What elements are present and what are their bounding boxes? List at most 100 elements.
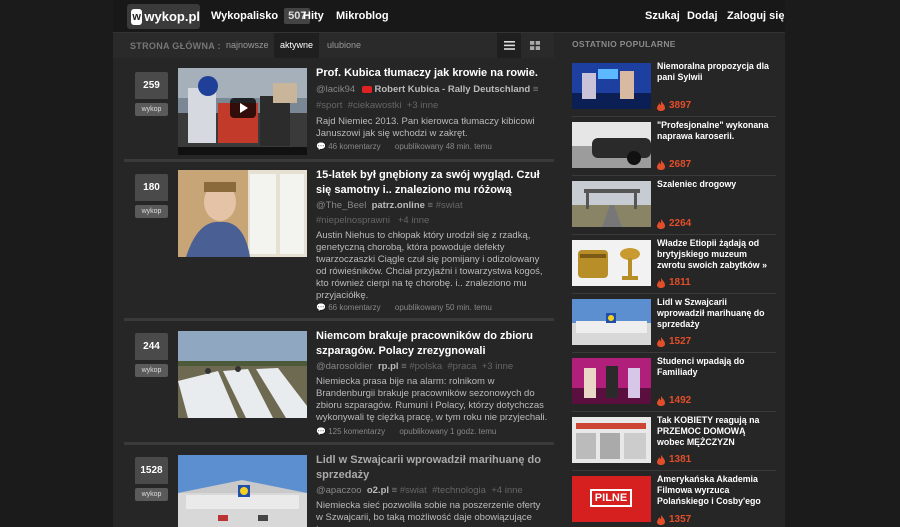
tag[interactable]: #ciekawostki [348, 100, 402, 111]
popular-thumbnail[interactable] [572, 63, 651, 109]
entry-author[interactable]: @darosoldier [316, 361, 373, 372]
popular-thumbnail[interactable] [572, 122, 651, 168]
entry-author[interactable]: @lacik94 [316, 84, 355, 95]
entry-author[interactable]: @apaczoo [316, 485, 362, 496]
flame-icon [657, 514, 665, 525]
popular-count-value: 1492 [669, 395, 692, 406]
popular-title[interactable]: Władze Etiopii żądają od brytyjskiego mu… [657, 238, 775, 271]
popular-thumbnail[interactable]: PILNE [572, 476, 651, 522]
tag[interactable]: #polska [409, 361, 442, 372]
grid-view-button[interactable] [523, 33, 547, 58]
popular-item[interactable]: Niemoralna propozycja dla pani Sylwii 38… [572, 59, 776, 117]
tag[interactable]: #technologia [432, 485, 486, 496]
logo[interactable]: w wykop.pl [127, 4, 200, 29]
entry-title[interactable]: 15-latek był gnębiony za swój wygląd. Cz… [316, 168, 548, 198]
entry-author[interactable]: @The_Beel [316, 200, 366, 211]
entry-description: Niemiecka sieć pozwoliła sobie na poszer… [316, 500, 541, 527]
search-link[interactable]: Szukaj [645, 10, 680, 22]
add-link[interactable]: Dodaj [687, 10, 718, 22]
tag[interactable]: #swiat [436, 200, 463, 211]
sort-tabs-bar: STRONA GŁÓWNA : najnowsze aktywne ulubio… [113, 33, 554, 58]
popular-count: 1357 [657, 514, 691, 525]
tag[interactable]: #sport [316, 100, 342, 111]
tag[interactable]: #niepelnosprawni [316, 215, 390, 226]
popular-count-value: 2264 [669, 218, 692, 229]
entry-title[interactable]: Niemcom brakuje pracowników do zbioru sz… [316, 329, 548, 359]
link-entry: 180 wykop 15-latek był gnębiony za swój … [124, 162, 554, 321]
popular-thumbnail[interactable] [572, 181, 651, 227]
popular-item[interactable]: PILNE Amerykańska Akademia Filmowa wyrzu… [572, 472, 776, 527]
tab-najnowsze[interactable]: najnowsze [220, 33, 275, 58]
list-view-button[interactable] [497, 33, 521, 58]
published-time: opublikowany 48 min. temu [394, 142, 492, 151]
entry-source[interactable]: Robert Kubica - Rally Deutschland [375, 84, 531, 95]
link-entry: 259 wykop Prof. Kubica tłumaczy jak krow… [124, 62, 554, 162]
popular-item[interactable]: Tak KOBIETY reagują na PRZEMOC DOMOWĄ wo… [572, 413, 776, 471]
entry-thumbnail[interactable] [178, 170, 307, 257]
popular-title[interactable]: Niemoralna propozycja dla pani Sylwii [657, 61, 775, 83]
more-tags[interactable]: +4 inne [491, 485, 522, 496]
vote-box: 259 wykop [135, 72, 168, 116]
popular-count-value: 1357 [669, 514, 692, 525]
entry-tags: #sport #ciekawostki +3 inne [316, 98, 548, 114]
entry-thumbnail[interactable] [178, 455, 307, 527]
nav-wykopalisko[interactable]: Wykopalisko 507 [211, 6, 311, 24]
play-icon[interactable] [230, 98, 256, 118]
wykop-button[interactable]: wykop [135, 488, 168, 501]
popular-item[interactable]: "Profesjonalne" wykonana naprawa karoser… [572, 118, 776, 176]
comments-link[interactable]: 46 komentarzy [328, 142, 380, 151]
entry-source[interactable]: o2.pl [367, 485, 389, 496]
popular-title[interactable]: Tak KOBIETY reagują na PRZEMOC DOMOWĄ wo… [657, 415, 775, 448]
tab-ulubione[interactable]: ulubione [321, 33, 367, 58]
popular-title[interactable]: Amerykańska Akademia Filmowa wyrzuca Pol… [657, 474, 775, 507]
more-tags[interactable]: +3 inne [407, 100, 438, 111]
entry-footer: 💬 66 komentarzy opublikowany 50 min. tem… [316, 303, 556, 312]
popular-thumbnail[interactable] [572, 417, 651, 463]
tab-aktywne[interactable]: aktywne [274, 33, 320, 58]
popular-item[interactable]: Lidl w Szwajcarii wprowadził marihuanę d… [572, 295, 776, 353]
comments-link[interactable]: 66 komentarzy [328, 303, 380, 312]
popular-count-value: 1811 [669, 277, 691, 288]
entry-source[interactable]: rp.pl [378, 361, 399, 372]
popular-thumbnail[interactable] [572, 358, 651, 404]
more-tags[interactable]: +3 inne [482, 361, 513, 372]
wykop-button[interactable]: wykop [135, 364, 168, 377]
popular-item[interactable]: Szaleniec drogowy 2264 [572, 177, 776, 235]
comments-link[interactable]: 125 komentarzy [328, 427, 385, 436]
nav-mikroblog[interactable]: Mikroblog [336, 10, 389, 22]
popular-title[interactable]: "Profesjonalne" wykonana naprawa karoser… [657, 120, 775, 142]
popular-title[interactable]: Lidl w Szwajcarii wprowadził marihuanę d… [657, 297, 775, 330]
popular-count-value: 3897 [669, 100, 692, 111]
nav-hity[interactable]: Hity [303, 10, 324, 22]
login-link[interactable]: Zaloguj się [727, 10, 784, 22]
entry-meta: @darosoldier rp.pl ≡ #polska #praca +3 i… [316, 359, 548, 375]
popular-title[interactable]: Szaleniec drogowy [657, 179, 775, 190]
popular-count: 1527 [657, 336, 691, 347]
menu-icon: ≡ [532, 84, 539, 95]
entry-thumbnail[interactable] [178, 331, 307, 418]
comments-icon: 💬 [316, 142, 326, 151]
popular-count: 1811 [657, 277, 691, 288]
popular-item[interactable]: Władze Etiopii żądają od brytyjskiego mu… [572, 236, 776, 294]
entry-title[interactable]: Prof. Kubica tłumaczy jak krowie na rowi… [316, 66, 548, 81]
entry-title[interactable]: Lidl w Szwajcarii wprowadził marihuanę d… [316, 453, 548, 483]
tag[interactable]: #praca [447, 361, 476, 372]
popular-item[interactable]: Studenci wpadają do Familiady 1492 [572, 354, 776, 412]
popular-title[interactable]: Studenci wpadają do Familiady [657, 356, 775, 378]
list-view-icon [503, 41, 515, 50]
entry-thumbnail[interactable] [178, 68, 307, 155]
vote-count: 244 [135, 333, 168, 360]
link-entry: 244 wykop Niemcom brakuje pracowników do… [124, 321, 554, 445]
flame-icon [657, 454, 665, 465]
pilne-badge: PILNE [590, 489, 632, 507]
entry-source[interactable]: patrz.online [372, 200, 425, 211]
asparagus-field-image [178, 331, 307, 418]
wykop-button[interactable]: wykop [135, 205, 168, 218]
wykop-button[interactable]: wykop [135, 103, 168, 116]
vote-count: 1528 [135, 457, 168, 484]
grid-view-icon [530, 41, 540, 50]
more-tags[interactable]: +4 inne [398, 215, 429, 226]
popular-thumbnail[interactable] [572, 299, 651, 345]
popular-thumbnail[interactable] [572, 240, 651, 286]
tag[interactable]: #swiat [400, 485, 427, 496]
